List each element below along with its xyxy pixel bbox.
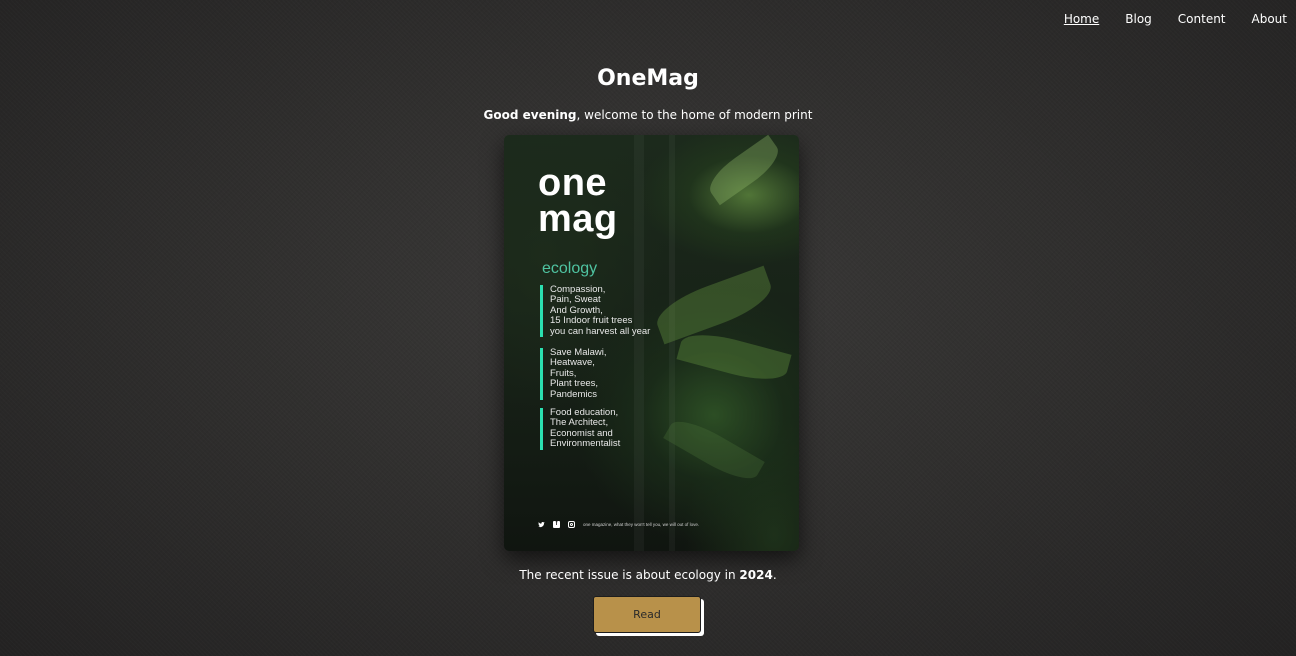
page-title: OneMag bbox=[597, 66, 699, 91]
cover-headline-block: Compassion, Pain, Sweat And Growth, 15 I… bbox=[540, 284, 651, 338]
nav-content-link[interactable]: Content bbox=[1178, 11, 1226, 27]
cover-headline: Environmentalist bbox=[550, 438, 621, 450]
cover-headline: you can harvest all year bbox=[550, 325, 651, 337]
greeting-text: Good evening, welcome to the home of mod… bbox=[0, 107, 1296, 123]
cover-headline-block: Save Malawi, Heatwave, Fruits, Plant tre… bbox=[540, 347, 607, 401]
cover-logo-line1: one bbox=[538, 162, 608, 204]
twitter-icon bbox=[538, 521, 545, 528]
nav-about-link[interactable]: About bbox=[1252, 11, 1287, 27]
top-nav: Home Blog Content About bbox=[1038, 11, 1287, 27]
issue-text-before: The recent issue is about ecology in bbox=[519, 568, 740, 582]
fern-leaf bbox=[676, 326, 792, 388]
cover-logo: one mag bbox=[538, 162, 618, 240]
cover-headline: Pandemics bbox=[550, 388, 597, 400]
issue-description: The recent issue is about ecology in 202… bbox=[0, 567, 1296, 583]
cover-shade bbox=[634, 135, 644, 551]
greeting-rest: , welcome to the home of modern print bbox=[576, 108, 813, 122]
fern-leaf bbox=[702, 135, 786, 206]
cover-theme: ecology bbox=[542, 260, 598, 277]
cover-headline-block: Food education, The Architect, Economist… bbox=[540, 407, 621, 450]
cover-shade bbox=[669, 135, 675, 551]
cover-footer-text: one magazine, what they won't tell you, … bbox=[583, 522, 700, 527]
fern-leaf bbox=[663, 412, 765, 488]
nav-blog-link[interactable]: Blog bbox=[1125, 11, 1152, 27]
greeting-bold: Good evening bbox=[483, 108, 577, 122]
cover-logo-line2: mag bbox=[538, 198, 618, 240]
facebook-icon: f bbox=[553, 521, 560, 528]
instagram-icon bbox=[568, 521, 575, 528]
magazine-cover[interactable]: one mag ecology Compassion, Pain, Sweat … bbox=[504, 135, 799, 551]
cover-footer: f one magazine, what they won't tell you… bbox=[538, 521, 699, 528]
issue-text-after: . bbox=[772, 568, 777, 582]
nav-home-link[interactable]: Home bbox=[1064, 11, 1099, 27]
read-button[interactable]: Read bbox=[593, 596, 701, 633]
issue-year: 2024 bbox=[739, 568, 773, 582]
